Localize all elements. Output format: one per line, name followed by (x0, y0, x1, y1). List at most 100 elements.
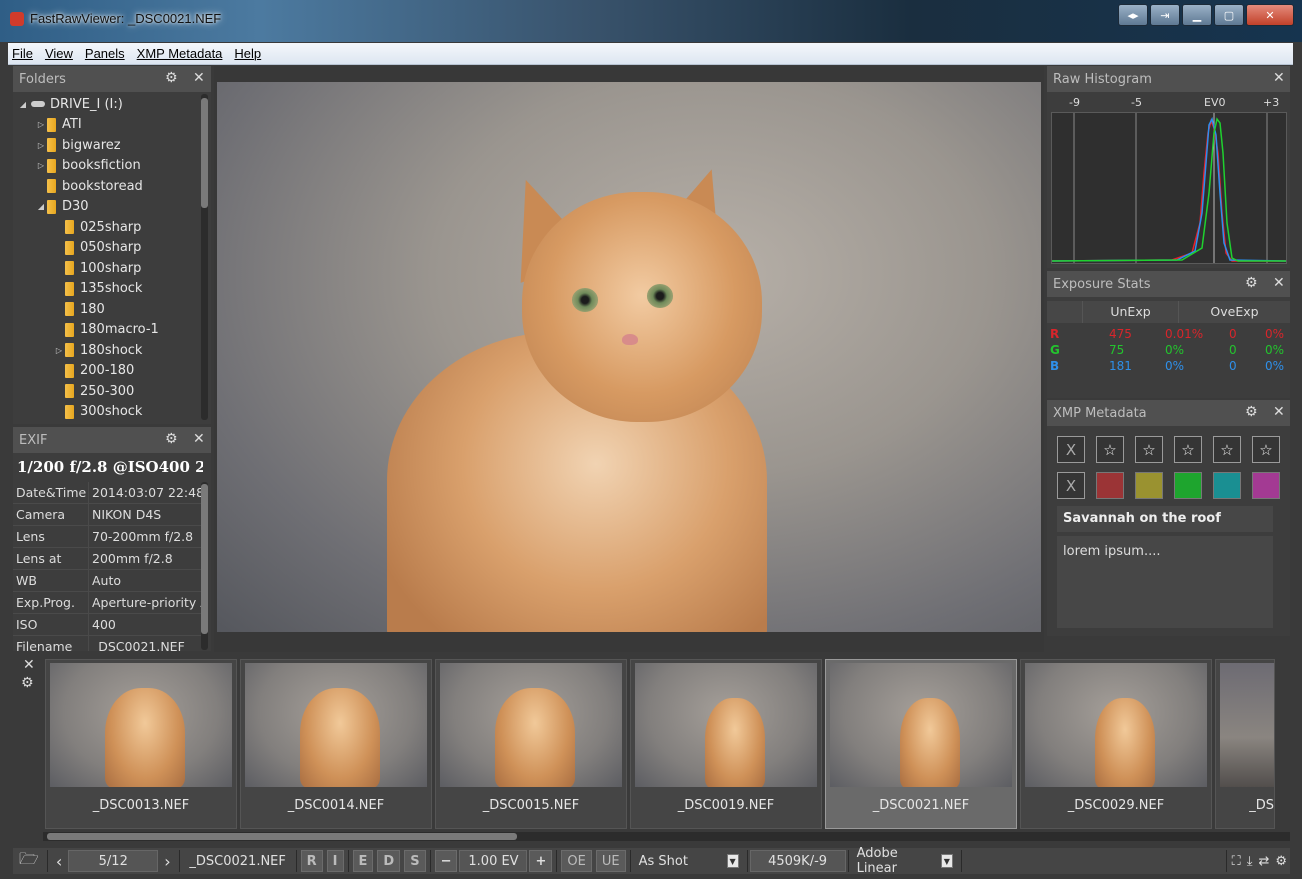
image-counter[interactable]: 5/12 (68, 850, 159, 872)
star-4-button[interactable]: ☆ (1213, 436, 1241, 463)
filmstrip-thumbnail[interactable]: _DSC0013.NEF (45, 659, 237, 829)
ev-value[interactable]: 1.00 EV (459, 850, 528, 872)
menu-help[interactable]: Help (234, 46, 261, 61)
reject-rating-button[interactable]: X (1057, 436, 1085, 463)
star-5-button[interactable]: ☆ (1252, 436, 1280, 463)
expand-closed-icon[interactable]: ▷ (35, 161, 47, 170)
chevron-down-icon[interactable]: ▼ (726, 854, 739, 868)
folder-icon (65, 404, 74, 419)
toggle-r-button[interactable]: R (300, 850, 323, 872)
xmp-photo-title[interactable]: Savannah on the roof (1057, 506, 1273, 532)
folder-tree-item[interactable]: bookstoread (13, 176, 203, 197)
star-2-button[interactable]: ☆ (1135, 436, 1163, 463)
stat-ch: R (1050, 327, 1060, 341)
exif-key: Lens at (13, 548, 89, 569)
snap-icon[interactable]: ⇥ (1150, 4, 1180, 26)
expand-closed-icon[interactable]: ▷ (35, 141, 47, 150)
filmstrip-thumbnail[interactable]: _DSC0029.NEF (1020, 659, 1212, 829)
folder-label: DRIVE_I (I:) (50, 96, 123, 112)
close-icon[interactable]: ✕ (193, 70, 205, 86)
toggle-i-button[interactable]: I (326, 850, 344, 872)
folder-tree-item[interactable]: 250-300 (13, 381, 203, 402)
chevron-down-icon[interactable]: ▼ (941, 854, 953, 868)
exif-scroll-thumb[interactable] (201, 484, 208, 634)
menu-xmp-metadata[interactable]: XMP Metadata (137, 46, 223, 61)
folder-tree-item[interactable]: 200-180 (13, 361, 203, 382)
filmstrip-thumbnail[interactable]: _DS (1215, 659, 1275, 829)
settings-icon[interactable]: ⚙ (1272, 850, 1290, 872)
close-icon[interactable]: ✕ (1273, 404, 1285, 420)
toggle-d-button[interactable]: D (377, 850, 401, 872)
color-label-2-button[interactable] (1135, 472, 1163, 499)
expand-closed-icon[interactable]: ▷ (53, 346, 65, 355)
exif-scrollbar[interactable] (201, 482, 208, 650)
gear-icon[interactable]: ⚙ (21, 675, 34, 691)
folder-tree-item[interactable]: ◢ DRIVE_I (I:) (13, 94, 203, 115)
folder-tree-item[interactable]: 135shock (13, 279, 203, 300)
folders-scroll-thumb[interactable] (201, 98, 208, 208)
gear-icon[interactable]: ⚙ (1245, 404, 1258, 420)
close-button[interactable]: ✕ (1246, 4, 1294, 26)
menu-file[interactable]: File (12, 46, 33, 61)
image-viewer[interactable] (214, 66, 1044, 652)
close-icon[interactable]: ✕ (1273, 275, 1285, 291)
color-label-5-button[interactable] (1252, 472, 1280, 499)
folder-tree-item[interactable]: ▷ 180shock (13, 340, 203, 361)
filmstrip-scroll-thumb[interactable] (47, 833, 517, 840)
star-1-button[interactable]: ☆ (1096, 436, 1124, 463)
next-image-button[interactable]: › (158, 850, 176, 872)
toggle-e-button[interactable]: E (352, 850, 374, 872)
folder-tree-item[interactable]: 050sharp (13, 238, 203, 259)
xmp-description[interactable]: lorem ipsum.... (1057, 536, 1273, 628)
folder-tree-item[interactable]: ▷ ATI (13, 115, 203, 136)
filmstrip-thumbnail[interactable]: _DSC0021.NEF (825, 659, 1017, 829)
folders-scrollbar[interactable] (201, 94, 208, 420)
menu-panels[interactable]: Panels (85, 46, 125, 61)
close-icon[interactable]: ✕ (1273, 70, 1285, 86)
folder-tree-item[interactable]: ▷ booksfiction (13, 156, 203, 177)
folder-tree-item[interactable]: ▷ bigwarez (13, 135, 203, 156)
menu-view[interactable]: View (45, 46, 73, 61)
split-view-icon[interactable]: ◂▸ (1118, 4, 1148, 26)
increase-ev-button[interactable]: + (529, 850, 553, 872)
color-label-4-button[interactable] (1213, 472, 1241, 499)
folder-tree-item[interactable]: 180 (13, 299, 203, 320)
gear-icon[interactable]: ⚙ (165, 70, 178, 86)
open-folder-icon[interactable]: 🗁 (13, 849, 45, 872)
gear-icon[interactable]: ⚙ (1245, 275, 1258, 291)
white-balance-select[interactable]: As Shot ▼ (633, 850, 745, 872)
download-icon[interactable]: ⤓ (1244, 850, 1256, 872)
clear-color-label-button[interactable]: X (1057, 472, 1085, 499)
decrease-ev-button[interactable]: − (434, 850, 458, 872)
folder-tree-item[interactable]: 100sharp (13, 258, 203, 279)
maximize-button[interactable]: ▢ (1214, 4, 1244, 26)
minimize-button[interactable]: ▁ (1182, 4, 1212, 26)
overexposure-button[interactable]: OE (561, 850, 592, 872)
folder-tree-item[interactable]: 180macro-1 (13, 320, 203, 341)
profile-select[interactable]: Adobe Linear ▼ (851, 846, 959, 876)
expand-closed-icon[interactable]: ▷ (35, 120, 47, 129)
folder-tree-item[interactable]: 025sharp (13, 217, 203, 238)
toggle-s-button[interactable]: S (404, 850, 426, 872)
expand-open-icon[interactable]: ◢ (35, 202, 47, 211)
expand-open-icon[interactable]: ◢ (17, 100, 29, 109)
fullscreen-icon[interactable]: ⛶ (1229, 850, 1244, 872)
close-icon[interactable]: ✕ (193, 431, 205, 447)
folder-tree-item[interactable]: 300shock (13, 402, 203, 423)
folder-icon (65, 302, 74, 317)
gear-icon[interactable]: ⚙ (165, 431, 178, 447)
filmstrip-thumbnail[interactable]: _DSC0015.NEF (435, 659, 627, 829)
star-3-button[interactable]: ☆ (1174, 436, 1202, 463)
main-photo[interactable] (217, 82, 1041, 632)
prev-image-button[interactable]: ‹ (50, 850, 68, 872)
close-icon[interactable]: ✕ (23, 657, 35, 673)
folder-tree-item[interactable]: ◢ D30 (13, 197, 203, 218)
filmstrip-thumbnail[interactable]: _DSC0019.NEF (630, 659, 822, 829)
color-label-3-button[interactable] (1174, 472, 1202, 499)
color-label-1-button[interactable] (1096, 472, 1124, 499)
underexposure-button[interactable]: UE (595, 850, 626, 872)
filmstrip-thumbnail[interactable]: _DSC0014.NEF (240, 659, 432, 829)
filmstrip-scrollbar[interactable] (43, 832, 1290, 841)
swap-icon[interactable]: ⇄ (1255, 850, 1272, 872)
color-temp-value[interactable]: 4509K/-9 (749, 850, 846, 872)
